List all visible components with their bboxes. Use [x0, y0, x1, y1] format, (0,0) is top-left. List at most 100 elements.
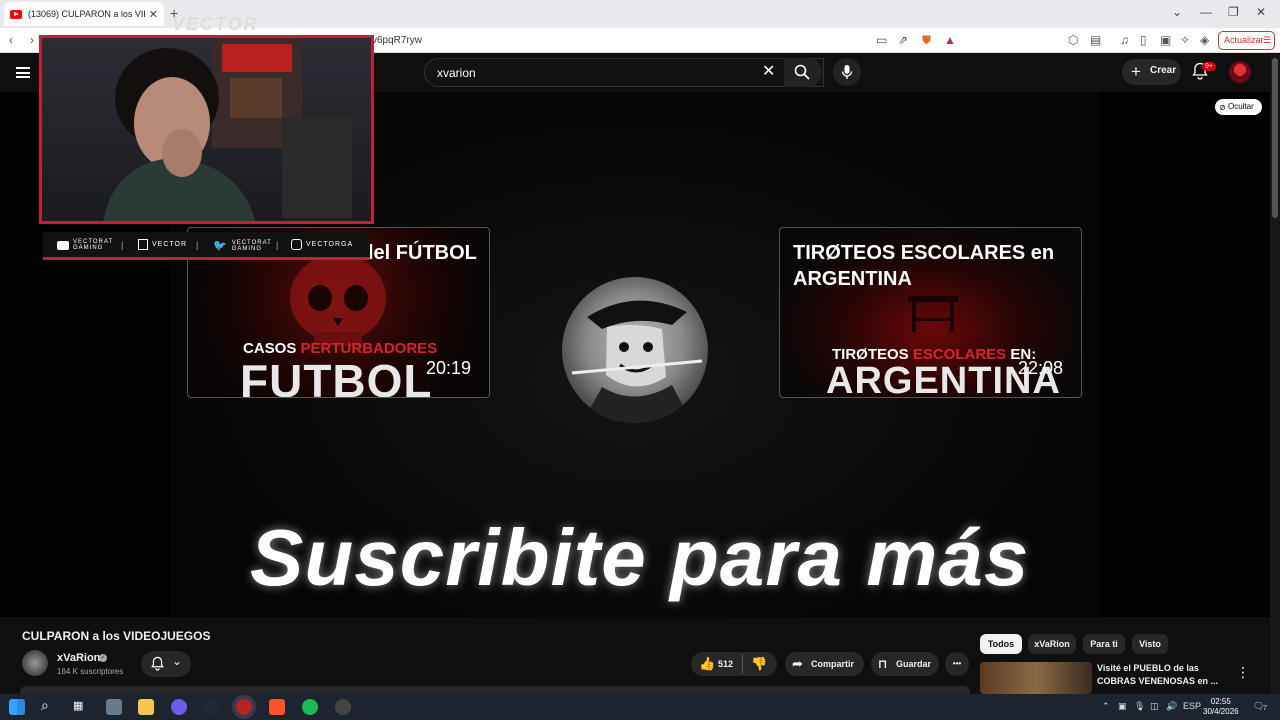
obs-app-icon[interactable]: [236, 699, 252, 715]
share-label: Compartir: [811, 659, 855, 669]
clock-date: 30/4/2026: [1203, 707, 1239, 716]
social-label: VECTORGA: [306, 241, 354, 248]
chip-channel[interactable]: xVaRion: [1028, 634, 1076, 654]
profile-avatar[interactable]: [1229, 61, 1251, 83]
forward-icon[interactable]: ›: [30, 33, 34, 47]
notification-center-count: 7: [1263, 705, 1267, 712]
more-actions-button[interactable]: •••: [945, 652, 969, 676]
tab-search-chevron-icon[interactable]: ⌄: [1172, 5, 1182, 19]
endscreen-card-title: TIRØTEOS ESCOLARES en ARGENTINA: [793, 242, 1055, 290]
social-label: VECTORAT GAMING: [73, 239, 114, 251]
close-window-button[interactable]: ✕: [1256, 5, 1266, 19]
leo-icon[interactable]: ✧: [1180, 33, 1190, 47]
tab-close-button[interactable]: ✕: [149, 8, 158, 21]
divider: |: [196, 240, 199, 250]
page-scrollbar[interactable]: [1270, 54, 1280, 694]
channel-name-link[interactable]: xVaRion: [57, 652, 100, 664]
extensions-icon[interactable]: ⬡: [1068, 33, 1078, 47]
spotify-icon[interactable]: [302, 699, 318, 715]
twitter-icon: 🐦: [213, 240, 228, 252]
tray-mic-icon[interactable]: 🎙: [1134, 701, 1145, 712]
media-icon[interactable]: ♫: [1120, 33, 1129, 47]
search-icon[interactable]: ⌕: [41, 697, 57, 713]
tray-chevron-icon[interactable]: ⌃: [1102, 701, 1110, 712]
youtube-favicon-icon: [10, 9, 22, 19]
share-icon[interactable]: ⇗: [898, 33, 908, 47]
brave-browser-icon[interactable]: [269, 699, 285, 715]
verified-check-icon: ✓: [99, 654, 107, 662]
chip-all[interactable]: Todos: [980, 634, 1022, 654]
file-app-icon[interactable]: [106, 699, 122, 715]
bell-icon: [151, 656, 164, 671]
instagram-icon: [291, 239, 302, 250]
update-button[interactable]: Actualizar ☰: [1218, 31, 1275, 50]
like-button[interactable]: 👍: [699, 652, 715, 676]
twitch-icon: [138, 239, 148, 250]
browser-tab[interactable]: (13069) CULPARON a los VIDEOJUEGOS ✕: [4, 2, 164, 26]
video-title: CULPARON a los VIDEOJUEGOS: [22, 629, 211, 643]
dislike-button[interactable]: 👎: [751, 652, 767, 676]
file-explorer-icon[interactable]: [138, 699, 154, 715]
chip-watched[interactable]: Visto: [1132, 634, 1168, 654]
volume-icon[interactable]: 🔊: [1166, 701, 1177, 712]
vpn-icon[interactable]: ◈: [1200, 33, 1209, 47]
create-button[interactable]: + Crear: [1122, 59, 1181, 85]
guide-menu-icon[interactable]: [16, 67, 30, 78]
masked-figure-icon: [571, 300, 703, 423]
social-youtube: VECTORAT GAMING: [57, 239, 113, 251]
wallet-icon[interactable]: ▣: [1160, 33, 1171, 47]
scrollbar-thumb[interactable]: [1272, 58, 1278, 218]
subscriber-count: 164 K suscriptores: [57, 667, 124, 676]
windows-taskbar: ⌕ ▦ ⌃ ▣ 🎙 ◫ 🔊 ESP 02:55 30/4/2026 🗨 7: [0, 694, 1280, 720]
windows-start-icon[interactable]: [9, 699, 25, 715]
language-indicator[interactable]: ESP: [1183, 701, 1201, 711]
chevron-down-icon: ⌄: [172, 654, 183, 668]
reader-icon[interactable]: ▤: [1090, 33, 1101, 47]
recommended-video-title[interactable]: Visité el PUEBLO de las COBRAS VENENOSAS…: [1097, 662, 1227, 688]
brave-shield-icon[interactable]: ⛊: [922, 33, 931, 48]
social-twitter: 🐦 VECTORAT GAMING: [213, 239, 272, 253]
obs-studio-icon[interactable]: [335, 699, 351, 715]
address-bar[interactable]: v6pqR7ryw: [360, 32, 900, 50]
channel-avatar[interactable]: [22, 650, 48, 676]
clock[interactable]: 02:55 30/4/2026: [1203, 697, 1239, 717]
save-label: Guardar: [896, 659, 932, 669]
discord-icon[interactable]: [171, 699, 187, 715]
microphone-icon: [841, 65, 853, 79]
hamburger-icon: ☰: [1262, 35, 1271, 45]
sidebar-icon[interactable]: ▯: [1140, 33, 1147, 47]
task-view-icon[interactable]: ▦: [73, 699, 89, 715]
description-box[interactable]: [20, 686, 970, 694]
youtube-icon: [57, 240, 69, 250]
search-icon: [794, 64, 810, 80]
back-icon[interactable]: ‹: [9, 33, 13, 47]
hide-endscreen-button[interactable]: ⊘ Ocultar: [1215, 99, 1262, 115]
subscribe-channel-logo[interactable]: [562, 277, 708, 423]
social-label: VECTORAT GAMING: [231, 239, 272, 252]
recommended-video-thumbnail[interactable]: [980, 662, 1092, 694]
tray-app-icon[interactable]: ▣: [1118, 701, 1127, 712]
chip-for-you[interactable]: Para ti: [1083, 634, 1125, 654]
maximize-button[interactable]: ❐: [1228, 5, 1239, 19]
search-button[interactable]: [784, 58, 822, 87]
share-button[interactable]: ➦ Compartir: [785, 652, 864, 676]
like-dislike-group: 👍 512 👎: [691, 652, 777, 676]
hide-label: Ocultar: [1228, 102, 1254, 111]
network-icon[interactable]: ◫: [1150, 701, 1159, 712]
subscription-notifications-button[interactable]: ⌄: [141, 651, 191, 677]
notification-count-badge: 9+: [1202, 62, 1216, 71]
create-label: Crear: [1150, 65, 1177, 76]
social-twitch: VECTOR: [138, 239, 187, 250]
cast-icon[interactable]: ▭: [876, 33, 887, 47]
minimize-button[interactable]: —: [1200, 5, 1212, 19]
clock-time: 02:55: [1210, 697, 1231, 706]
more-vert-icon[interactable]: ⋮: [1236, 664, 1250, 681]
endscreen-video-card-right[interactable]: TIRØTEOS ESCOLARES en ARGENTINA TIRØTEOS…: [779, 227, 1082, 398]
share-icon: ➦: [792, 656, 803, 671]
steam-icon[interactable]: [203, 699, 219, 715]
social-instagram: VECTORGA: [291, 239, 353, 250]
rewards-icon[interactable]: ▲: [944, 33, 956, 47]
save-button[interactable]: ⊓ Guardar: [871, 652, 939, 676]
voice-search-button[interactable]: [833, 58, 861, 86]
clear-search-button[interactable]: ✕: [762, 61, 775, 81]
